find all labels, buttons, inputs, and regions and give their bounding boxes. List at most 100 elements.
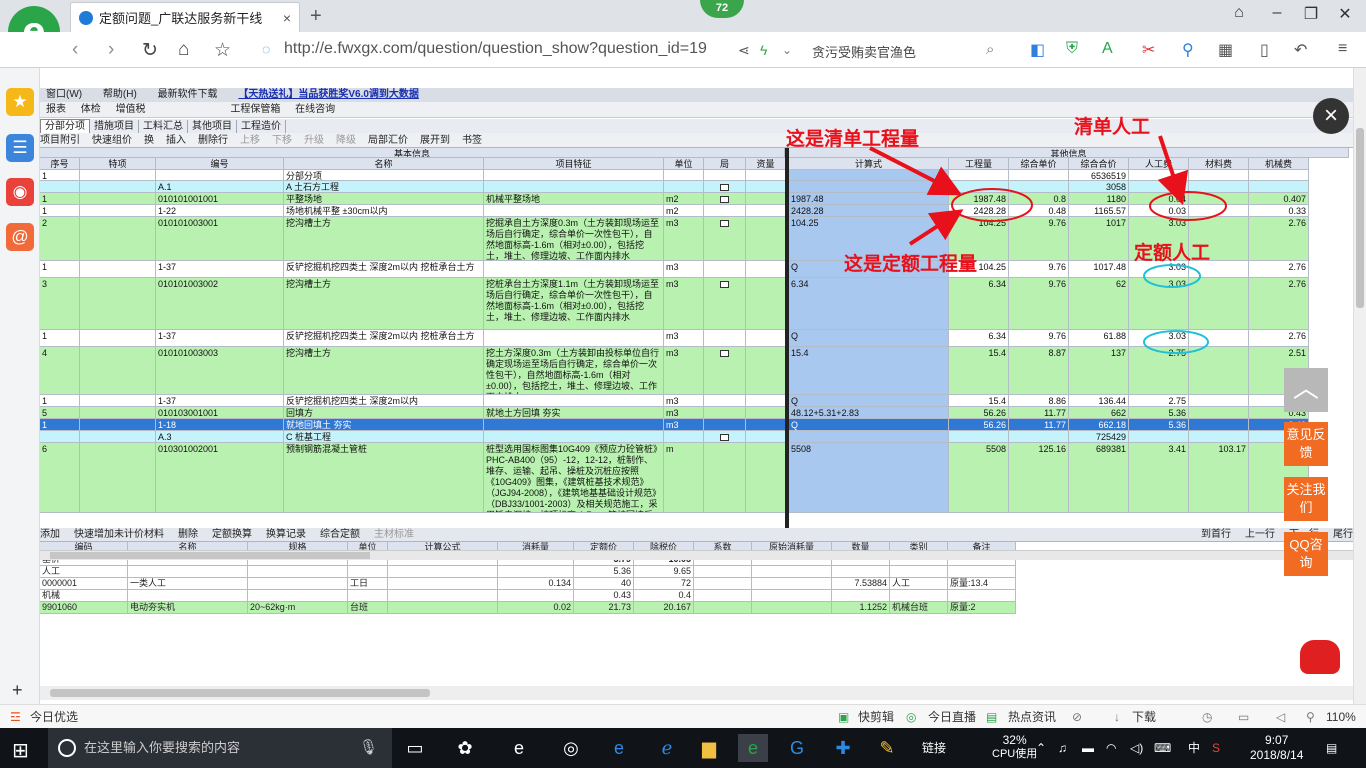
column-header[interactable]: 局 <box>704 158 746 170</box>
shirt-icon[interactable]: ⌂ <box>1224 4 1254 22</box>
translate-icon[interactable]: A <box>1102 40 1113 58</box>
address-bar[interactable]: http://e.fwxgx.com/question/question_sho… <box>284 40 707 58</box>
table-row[interactable]: 11-18就地回填土 夯实m3Q56.2611.77662.185.360.43 <box>40 419 1353 431</box>
notes-app-icon[interactable]: ✎ <box>872 734 902 762</box>
home-icon[interactable]: ⌂ <box>178 39 189 61</box>
windows-start-icon[interactable]: ⊞ <box>12 738 29 763</box>
feedback-button[interactable]: 意见反馈 <box>1284 422 1328 466</box>
today-pick-link[interactable]: 今日优选 <box>30 705 78 729</box>
column-header[interactable]: 特项 <box>80 158 156 170</box>
table-row[interactable]: 1 1-22 场地机械平整 ±30cm以内 m2 2428.28 2428.28 0.48 1… <box>40 205 1353 217</box>
plus-app-icon[interactable]: ✚ <box>828 734 858 762</box>
gallery-app-icon[interactable]: ◎ <box>556 734 586 762</box>
detail-row[interactable]: 0000001 一类人工 工日 0.134 40 72 7.53884 人工 原量:13.4 <box>40 578 1016 590</box>
tray-chevron-icon[interactable]: ⌃ <box>1036 728 1046 768</box>
table-row[interactable]: 6 010301002001 预制钢筋混凝土管桩 桩型选用国标图集10G409《预应力… <box>40 443 1353 513</box>
qq-consult-button[interactable]: QQ咨询 <box>1284 532 1328 576</box>
column-header[interactable]: 序号 <box>40 158 80 170</box>
table-row[interactable]: 1 1-37 反铲挖掘机挖四类土 深度2m以内 挖桩承台土方 m3 Q 6.34 9.76 6… <box>40 330 1353 347</box>
zoom-icon[interactable]: ⚲ <box>1306 705 1315 729</box>
list-icon[interactable]: ☰ <box>6 134 34 162</box>
edge-icon[interactable]: e <box>604 734 634 762</box>
column-header[interactable]: 工程量 <box>949 158 1009 170</box>
follow-us-button[interactable]: 关注我们 <box>1284 477 1328 521</box>
undo-icon[interactable]: ↶ <box>1294 40 1307 60</box>
sidebar-add-icon[interactable]: + <box>12 680 23 701</box>
tab-close-icon[interactable]: × <box>283 10 291 26</box>
checkbox-icon[interactable] <box>720 184 729 191</box>
column-header[interactable]: 项目特征 <box>484 158 664 170</box>
folder-icon[interactable]: ▆ <box>694 734 724 762</box>
pinwheel-app-icon[interactable]: ✿ <box>450 734 480 762</box>
column-header[interactable]: 材料费 <box>1189 158 1249 170</box>
table-row[interactable]: 5 010103001001 回填方 就地土方回填 夯实 m3 48.12+5.31+2.… <box>40 407 1353 419</box>
ime-indicator[interactable]: 中 <box>1188 728 1200 768</box>
table-row[interactable]: 1 1-37 反铲挖掘机挖四类土 深度2m以内 m3 Q 15.4 8.86 136.44 2.… <box>40 395 1353 407</box>
column-header[interactable]: 机械费 <box>1249 158 1309 170</box>
grid-icon[interactable]: ▦ <box>1218 40 1233 60</box>
detail-row[interactable]: 9901060 电动夯实机 20~62kg·m 台班 0.02 21.73 20.167 1.… <box>40 602 1016 614</box>
tray-volume-icon[interactable]: ◁) <box>1130 728 1143 768</box>
tray-wifi-icon[interactable]: ◠ <box>1106 728 1116 768</box>
table-row[interactable]: A.3 C 桩基工程 725429 <box>40 431 1353 443</box>
table-row[interactable]: 1 分部分项 6536519 <box>40 170 1353 181</box>
lightning-icon[interactable]: ϟ <box>760 42 767 58</box>
column-header[interactable]: 编号 <box>156 158 284 170</box>
notification-icon[interactable]: ▤ <box>1326 728 1337 768</box>
status-live[interactable]: 今日直播 <box>928 705 976 729</box>
speed-icon[interactable]: ⊘ <box>1072 705 1082 729</box>
column-header[interactable]: 综合合价 <box>1069 158 1129 170</box>
search-icon[interactable]: ⌕ <box>986 41 994 58</box>
checkbox-icon[interactable] <box>720 196 729 203</box>
checkbox-icon[interactable] <box>720 281 729 288</box>
cpu-meter[interactable]: 32% CPU使用 <box>992 733 1037 761</box>
status-clip[interactable]: 快剪辑 <box>858 705 894 729</box>
ie-blue-icon[interactable]: ℯ <box>652 734 682 762</box>
tray-link[interactable]: 链接 <box>922 728 946 768</box>
column-header[interactable]: 计算式 <box>789 158 949 170</box>
history-icon[interactable]: ◷ <box>1202 705 1212 729</box>
forward-icon[interactable]: › <box>108 39 114 61</box>
minimize-button[interactable]: – <box>1262 4 1292 22</box>
email-icon[interactable]: @ <box>6 223 34 251</box>
refresh-icon[interactable]: ↻ <box>142 39 158 62</box>
weibo-icon[interactable]: ◉ <box>6 178 34 206</box>
checkbox-icon[interactable] <box>720 434 729 441</box>
tray-power-icon[interactable]: ▬ <box>1082 728 1094 768</box>
checkbox-icon[interactable] <box>720 220 729 227</box>
speaker-icon[interactable]: ◁ <box>1276 705 1285 729</box>
tray-keyboard-icon[interactable]: ⌨ <box>1154 728 1171 768</box>
table-row[interactable]: A.1 A 土石方工程 3058 <box>40 181 1353 193</box>
menu-icon[interactable]: ≡ <box>1338 40 1347 58</box>
window-icon[interactable]: ▭ <box>1238 705 1249 729</box>
clock[interactable]: 9:07 2018/8/14 <box>1250 733 1303 763</box>
status-news[interactable]: 热点资讯 <box>1008 705 1056 729</box>
status-download[interactable]: 下载 <box>1132 705 1156 729</box>
chevron-down-icon[interactable]: ⌄ <box>782 43 792 57</box>
page-vscroll[interactable] <box>1353 68 1366 704</box>
tablet-icon[interactable]: ▯ <box>1260 40 1269 60</box>
shield-icon[interactable]: ⛨ <box>1066 40 1078 58</box>
back-icon[interactable]: ‹ <box>72 39 78 61</box>
restore-button[interactable]: ❐ <box>1296 4 1326 24</box>
zoom-level[interactable]: 110% <box>1326 705 1356 729</box>
table-row[interactable]: 1 010101001001 平整场地 机械平整场地 m2 1987.48 1987.48 0… <box>40 193 1353 205</box>
microphone-icon[interactable]: 🎙 <box>359 728 378 768</box>
page-hscroll[interactable] <box>40 686 1353 700</box>
tray-bell-icon[interactable]: ♫ <box>1058 728 1067 768</box>
task-view-icon[interactable]: ▭ <box>400 734 430 762</box>
share-icon[interactable]: ⋖ <box>738 42 750 59</box>
close-window-button[interactable]: ✕ <box>1330 4 1360 24</box>
search-input[interactable]: 贪污受贿卖官渔色 <box>812 40 1002 62</box>
checkbox-icon[interactable] <box>720 350 729 357</box>
ie-icon[interactable]: e <box>504 734 534 762</box>
column-header[interactable]: 单位 <box>664 158 704 170</box>
detail-row[interactable]: 人工 5.36 9.65 <box>40 566 1016 578</box>
column-header[interactable]: 名称 <box>284 158 484 170</box>
close-overlay-button[interactable]: × <box>1313 98 1349 134</box>
new-tab-button[interactable]: + <box>310 5 322 28</box>
column-header[interactable]: 资量 <box>746 158 786 170</box>
taskbar-search-input[interactable]: 在这里输入你要搜索的内容 🎙 <box>48 728 392 768</box>
g-app-icon[interactable]: G <box>782 734 812 762</box>
column-header[interactable]: 人工费 <box>1129 158 1189 170</box>
